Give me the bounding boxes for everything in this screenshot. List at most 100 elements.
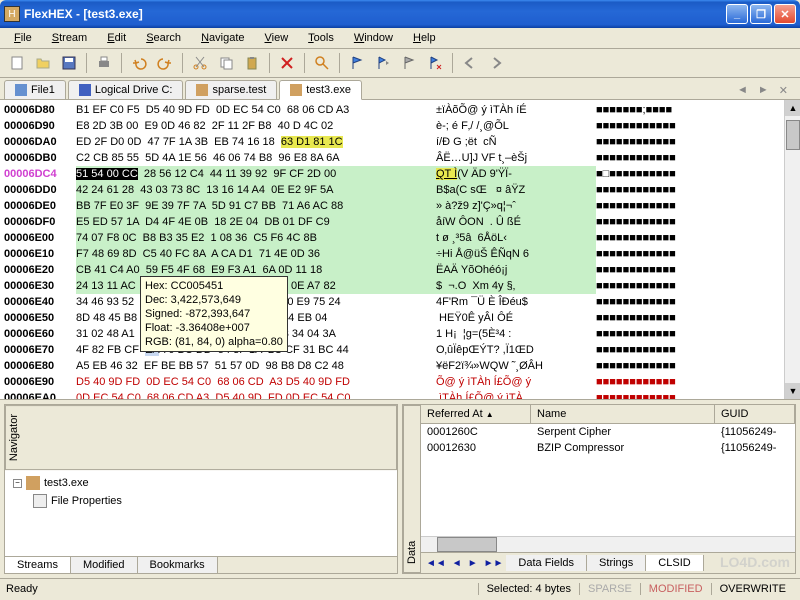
header-name[interactable]: Name bbox=[531, 405, 715, 423]
open-button[interactable] bbox=[32, 52, 54, 74]
scroll-thumb[interactable] bbox=[786, 120, 800, 150]
flag-gray-button[interactable] bbox=[398, 52, 420, 74]
hex-row[interactable]: 00006DD042 24 61 28 43 03 73 8C 13 16 14… bbox=[4, 182, 780, 198]
hex-row[interactable]: 00006E4034 46 93 52 6D 20 AF DC 20 C8 11… bbox=[4, 294, 780, 310]
hex-editor[interactable]: 00006D80B1 EF C0 F5 D5 40 9D FD 0D EC 54… bbox=[0, 100, 800, 400]
tab-streams[interactable]: Streams bbox=[5, 557, 71, 573]
hex-row[interactable]: 00006E6031 02 48 A1 01 1D A6 67 3D 28 35… bbox=[4, 326, 780, 342]
tab-scroll-right[interactable]: ► bbox=[754, 82, 773, 99]
hex-row[interactable]: 00006DB0C2 CB 85 55 5D 4A 1E 56 46 06 74… bbox=[4, 150, 780, 166]
menu-edit[interactable]: Edit bbox=[99, 30, 134, 46]
find-button[interactable] bbox=[311, 52, 333, 74]
cell-guid: {11056249- bbox=[715, 425, 795, 439]
hex-row[interactable]: 00006E90D5 40 9D FD 0D EC 54 C0 68 06 CD… bbox=[4, 374, 780, 390]
tab-bookmarks[interactable]: Bookmarks bbox=[138, 557, 218, 573]
hex-row[interactable]: 00006DC451 54 00 CC 28 56 12 C4 44 11 39… bbox=[4, 166, 780, 182]
delete-button[interactable] bbox=[276, 52, 298, 74]
tree-child[interactable]: File Properties bbox=[9, 492, 393, 510]
tab-label: Logical Drive C: bbox=[95, 84, 173, 96]
maximize-button[interactable]: ❐ bbox=[750, 4, 772, 24]
back-button[interactable] bbox=[459, 52, 481, 74]
header-guid[interactable]: GUID bbox=[715, 405, 795, 423]
hex-scrollbar[interactable]: ▲ ▼ bbox=[784, 100, 800, 399]
menu-help[interactable]: Help bbox=[405, 30, 444, 46]
minimize-button[interactable]: _ bbox=[726, 4, 748, 24]
navigator-sidetab[interactable]: Navigator bbox=[5, 405, 397, 470]
drive-icon bbox=[79, 84, 91, 96]
save-button[interactable] bbox=[58, 52, 80, 74]
scroll-up-button[interactable]: ▲ bbox=[785, 100, 800, 116]
cell-guid: {11056249- bbox=[715, 441, 795, 455]
data-row[interactable]: 0001260C Serpent Cipher {11056249- bbox=[421, 424, 795, 440]
navigator-panel: Navigator −test3.exe File Properties Str… bbox=[4, 404, 398, 574]
menu-tools[interactable]: Tools bbox=[300, 30, 342, 46]
navigator-tree[interactable]: −test3.exe File Properties bbox=[5, 470, 397, 556]
menu-search[interactable]: Search bbox=[138, 30, 189, 46]
hex-row[interactable]: 00006E704F 82 FB CF EA 70 BC DD 54 3F 1A… bbox=[4, 342, 780, 358]
tab-modified[interactable]: Modified bbox=[71, 557, 138, 573]
copy-button[interactable] bbox=[215, 52, 237, 74]
redo-button[interactable] bbox=[154, 52, 176, 74]
tooltip-rgb: RGB: (81, 84, 0) alpha=0.80 bbox=[145, 335, 283, 349]
watermark: LO4D.com bbox=[720, 554, 790, 570]
header-referred-at[interactable]: Referred At ▲ bbox=[421, 405, 531, 423]
hex-row[interactable]: 00006DA0ED 2F D0 0D 47 7F 1A 3B EB 74 16… bbox=[4, 134, 780, 150]
menu-file[interactable]: File bbox=[6, 30, 40, 46]
hex-row[interactable]: 00006EA00D EC 54 C0 68 06 CD A3 D5 40 9D… bbox=[4, 390, 780, 400]
flag-blue-button[interactable] bbox=[346, 52, 368, 74]
hex-row[interactable]: 00006E20CB 41 C4 A0 59 F5 4F 68 E9 F3 A1… bbox=[4, 262, 780, 278]
hex-row[interactable]: 00006E3024 13 11 AC 2E 4F 04 1D 58 6D 04… bbox=[4, 278, 780, 294]
tab-file1[interactable]: File1 bbox=[4, 80, 66, 99]
cell-name: BZIP Compressor bbox=[531, 441, 715, 455]
print-button[interactable] bbox=[93, 52, 115, 74]
hex-row[interactable]: 00006E10F7 48 69 8D C5 40 FC 8A A CA D1 … bbox=[4, 246, 780, 262]
nav-last[interactable]: ►► bbox=[481, 558, 507, 569]
cut-button[interactable] bbox=[189, 52, 211, 74]
undo-button[interactable] bbox=[128, 52, 150, 74]
hex-row[interactable]: 00006D80B1 EF C0 F5 D5 40 9D FD 0D EC 54… bbox=[4, 102, 780, 118]
status-selected: Selected: 4 bytes bbox=[478, 583, 579, 595]
tab-logical-drive[interactable]: Logical Drive C: bbox=[68, 80, 184, 99]
tooltip-signed: Signed: -872,393,647 bbox=[145, 307, 283, 321]
value-tooltip: Hex: CC005451 Dec: 3,422,573,649 Signed:… bbox=[140, 276, 288, 352]
data-row[interactable]: 00012630 BZIP Compressor {11056249- bbox=[421, 440, 795, 456]
scroll-down-button[interactable]: ▼ bbox=[785, 383, 800, 399]
hscroll-thumb[interactable] bbox=[437, 537, 497, 552]
tab-sparse[interactable]: sparse.test bbox=[185, 80, 277, 99]
hex-row[interactable]: 00006E508D 48 45 B8 50 30 CA 06 79 C2 49… bbox=[4, 310, 780, 326]
tab-scroll-left[interactable]: ◄ bbox=[733, 82, 752, 99]
data-rows[interactable]: 0001260C Serpent Cipher {11056249- 00012… bbox=[421, 424, 795, 536]
hex-row[interactable]: 00006DE0BB 7F E0 3F 9E 39 7F 7A 5D 91 C7… bbox=[4, 198, 780, 214]
flag-delete-button[interactable] bbox=[424, 52, 446, 74]
tree-root[interactable]: −test3.exe bbox=[9, 474, 393, 492]
tab-strings[interactable]: Strings bbox=[587, 555, 646, 571]
menu-view[interactable]: View bbox=[257, 30, 297, 46]
toolbar bbox=[0, 49, 800, 78]
cell-ref: 0001260C bbox=[421, 425, 531, 439]
hex-row[interactable]: 00006E80A5 EB 46 32 EF BE BB 57 51 57 0D… bbox=[4, 358, 780, 374]
menu-window[interactable]: Window bbox=[346, 30, 401, 46]
tab-test3[interactable]: test3.exe bbox=[279, 80, 362, 100]
nav-prev[interactable]: ◄ bbox=[449, 558, 465, 569]
hex-row[interactable]: 00006DF0E5 ED 57 1A D4 4F 4E 0B 18 2E 04… bbox=[4, 214, 780, 230]
menu-stream[interactable]: Stream bbox=[44, 30, 95, 46]
new-button[interactable] bbox=[6, 52, 28, 74]
data-hscroll[interactable] bbox=[421, 536, 795, 552]
tab-data-fields[interactable]: Data Fields bbox=[506, 555, 587, 571]
paste-button[interactable] bbox=[241, 52, 263, 74]
hex-row[interactable]: 00006D90E8 2D 3B 00 E9 0D 46 82 2F 11 2F… bbox=[4, 118, 780, 134]
close-button[interactable]: ✕ bbox=[774, 4, 796, 24]
nav-next[interactable]: ► bbox=[465, 558, 481, 569]
flag-next-button[interactable] bbox=[372, 52, 394, 74]
hex-row[interactable]: 00006E0074 07 F8 0C B8 B3 35 E2 1 08 36 … bbox=[4, 230, 780, 246]
tab-clsid[interactable]: CLSID bbox=[646, 555, 703, 571]
data-sidetab[interactable]: Data bbox=[403, 405, 421, 573]
tab-label: File1 bbox=[31, 84, 55, 96]
titlebar: H FlexHEX - [test3.exe] _ ❐ ✕ bbox=[0, 0, 800, 28]
nav-first[interactable]: ◄◄ bbox=[423, 558, 449, 569]
forward-button[interactable] bbox=[485, 52, 507, 74]
properties-icon bbox=[33, 494, 47, 508]
collapse-icon[interactable]: − bbox=[13, 479, 22, 488]
tab-close[interactable]: ✕ bbox=[775, 82, 792, 99]
menu-navigate[interactable]: Navigate bbox=[193, 30, 252, 46]
